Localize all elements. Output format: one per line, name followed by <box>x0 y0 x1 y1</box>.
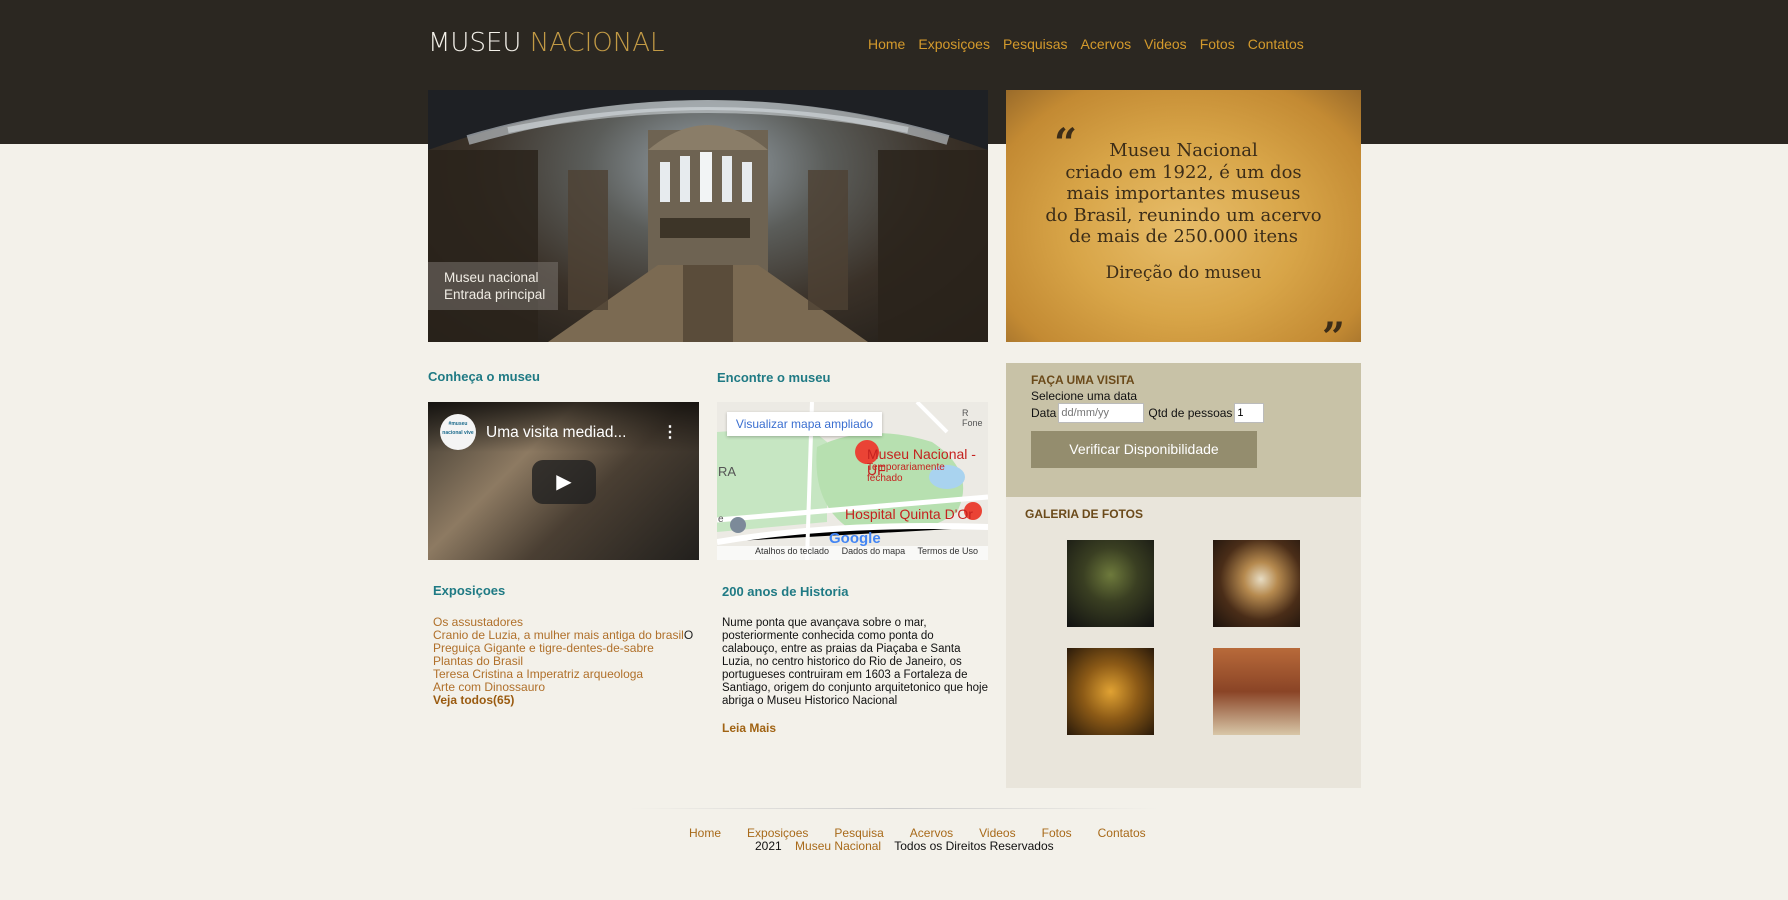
play-button[interactable]: ▶ <box>532 460 596 504</box>
see-all-expositions-link[interactable]: Veja todos(65) <box>433 694 693 707</box>
nav-fotos[interactable]: Fotos <box>1200 36 1235 52</box>
nav-contatos[interactable]: Contatos <box>1248 36 1304 52</box>
hero-caption-line1: Museu nacional <box>444 270 539 285</box>
map-footer-data[interactable]: Dados do mapa <box>842 546 906 556</box>
map-street-label: R Fone <box>962 408 983 428</box>
footer-nav-pesquisa[interactable]: Pesquisa <box>834 826 883 840</box>
visit-subtitle: Selecione uma data <box>1031 389 1138 403</box>
main-nav: Home Exposiçoes Pesquisas Acervos Videos… <box>868 36 1304 52</box>
quote-line: de mais de 250.000 itens <box>1069 226 1298 247</box>
channel-avatar[interactable]: #museu nacional vive <box>440 414 476 450</box>
hero-caption: Museu nacional Entrada principal <box>428 262 558 310</box>
footer-nav-home[interactable]: Home <box>689 826 721 840</box>
google-logo: Google <box>829 530 881 547</box>
footer-divider <box>630 808 1158 809</box>
footer-rights: Todos os Direitos Reservados <box>894 839 1054 853</box>
video-title[interactable]: Uma visita mediad... <box>486 424 626 442</box>
footer-nav-contatos[interactable]: Contatos <box>1098 826 1146 840</box>
footer-nav: Home Exposiçoes Pesquisa Acervos Videos … <box>689 826 1172 840</box>
map-footer-terms[interactable]: Termos de Uso <box>917 546 978 556</box>
know-museum-title: Conheça o museu <box>428 369 540 384</box>
exposition-suffix: O <box>683 628 694 642</box>
nav-videos[interactable]: Videos <box>1144 36 1187 52</box>
date-input[interactable] <box>1058 403 1145 423</box>
quote-signature: Direção do museu <box>1105 263 1262 283</box>
date-label: Data <box>1031 406 1057 420</box>
hero-caption-line2: Entrada principal <box>444 287 546 302</box>
quote-line: mais importantes museus <box>1066 183 1301 204</box>
map-place-status: Temporariamente fechado <box>867 462 945 484</box>
footer-nav-acervos[interactable]: Acervos <box>910 826 953 840</box>
map-edge-label: e <box>718 514 724 525</box>
gallery-photo-exhibit-hall[interactable] <box>1067 540 1154 627</box>
footer-year: 2021 <box>755 839 782 853</box>
nav-home[interactable]: Home <box>868 36 905 52</box>
quote-panel: “ Museu Nacional criado em 1922, é um do… <box>1006 90 1361 358</box>
map-footer: Atalhos do teclado Dados do mapa Termos … <box>717 546 988 560</box>
quote-line: criado em 1922, é um dos <box>1065 161 1302 183</box>
quote-line: Museu Nacional <box>1109 140 1258 161</box>
footer-nav-exposicoes[interactable]: Exposiçoes <box>747 826 808 840</box>
footer-nav-videos[interactable]: Videos <box>979 826 1015 840</box>
check-availability-button[interactable]: Verificar Disponibilidade <box>1031 431 1257 468</box>
nav-acervos[interactable]: Acervos <box>1081 36 1132 52</box>
map-footer-shortcuts[interactable]: Atalhos do teclado <box>755 546 829 556</box>
exposition-link[interactable]: Cranio de Luzia, a mulher mais antiga do… <box>433 628 684 642</box>
logo-accent: NACIONAL <box>529 28 665 58</box>
quote-text: Museu Nacional criado em 1922, é um dos … <box>1026 140 1341 248</box>
visit-form-row: Data Qtd de pessoas <box>1031 403 1265 423</box>
find-museum-title: Encontre o museu <box>717 370 831 385</box>
nav-exposicoes[interactable]: Exposiçoes <box>918 36 990 52</box>
video-menu-icon[interactable]: ⋮ <box>662 422 678 442</box>
footer-copyright: 2021 Museu Nacional Todos os Direitos Re… <box>755 839 1054 853</box>
quote-close-mark: ” <box>1322 314 1346 361</box>
footer-nav-fotos[interactable]: Fotos <box>1042 826 1072 840</box>
footer-brand-link[interactable]: Museu Nacional <box>795 839 881 853</box>
map-embed[interactable]: Visualizar mapa ampliado R Fone RA e Mus… <box>717 402 988 560</box>
people-quantity-input[interactable] <box>1234 403 1265 423</box>
history-text: Nume ponta que avançava sobre o mar, pos… <box>722 617 988 707</box>
visit-title: FAÇA UMA VISITA <box>1031 373 1135 387</box>
gallery-title: GALERIA DE FOTOS <box>1025 507 1144 521</box>
visit-panel: FAÇA UMA VISITA Selecione uma data Data … <box>1006 363 1361 497</box>
gallery-photo-showcase[interactable] <box>1067 648 1154 735</box>
nav-pesquisas[interactable]: Pesquisas <box>1003 36 1068 52</box>
logo-main: MUSEU <box>428 28 522 58</box>
map-hospital-label[interactable]: Hospital Quinta D'Or <box>845 506 973 522</box>
hero-image: Museu nacional Entrada principal <box>428 90 988 342</box>
gallery-photo-dress-display[interactable] <box>1213 540 1300 627</box>
photo-gallery: GALERIA DE FOTOS <box>1006 497 1361 788</box>
site-logo[interactable]: MUSEU NACIONAL <box>428 28 665 58</box>
history-title: 200 anos de Historia <box>722 584 849 599</box>
quote-line: do Brasil, reunindo um acervo <box>1045 204 1322 226</box>
expositions-title: Exposiçoes <box>433 583 506 598</box>
video-player[interactable]: #museu nacional vive Uma visita mediad..… <box>428 402 699 560</box>
expositions-list: Os assustadores Cranio de Luzia, a mulhe… <box>433 616 693 707</box>
map-area-label: RA <box>718 464 737 479</box>
read-more-link[interactable]: Leia Mais <box>722 721 776 735</box>
enlarge-map-button[interactable]: Visualizar mapa ampliado <box>727 412 882 436</box>
people-label: Qtd de pessoas <box>1148 406 1233 420</box>
gallery-photo-exhibit-room[interactable] <box>1213 648 1300 735</box>
